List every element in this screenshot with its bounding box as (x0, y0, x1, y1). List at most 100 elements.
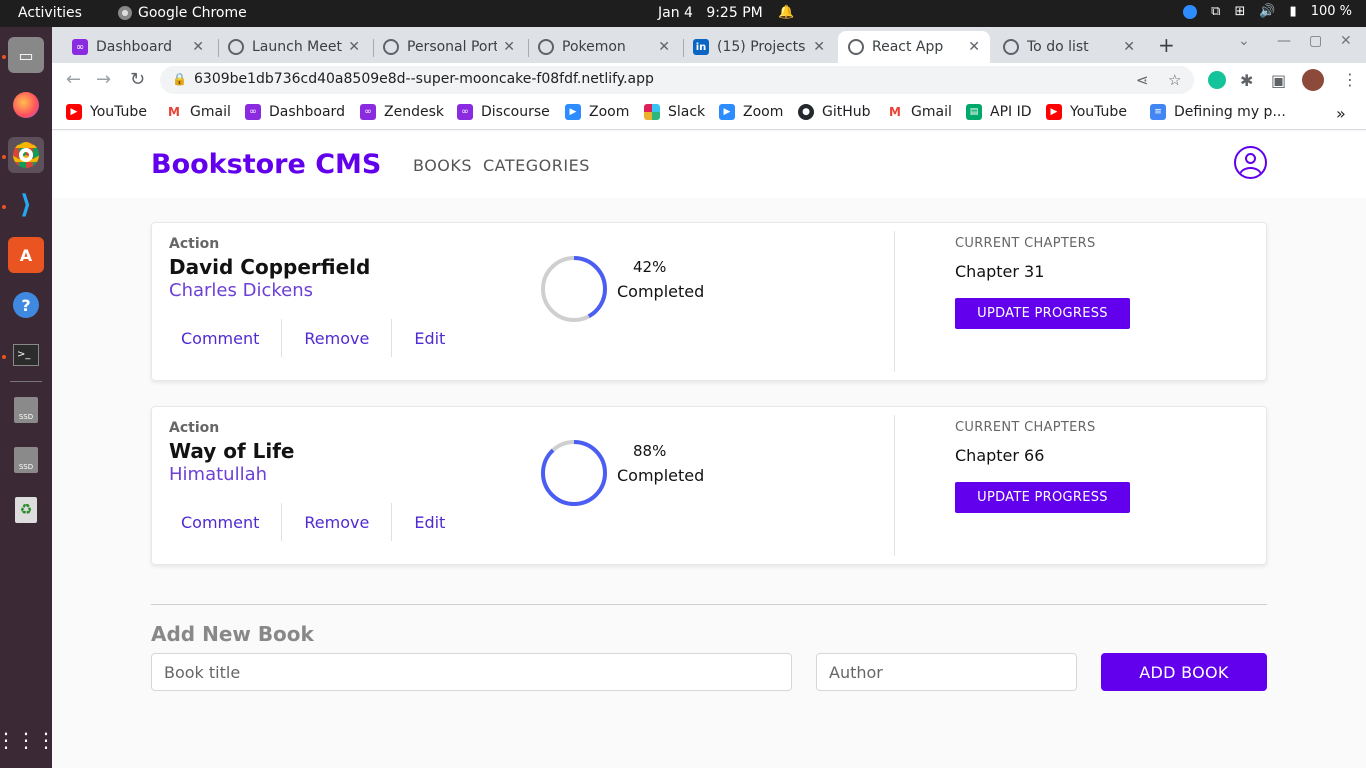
bookmark-label: GitHub (822, 104, 871, 120)
activities-button[interactable]: Activities (18, 5, 82, 21)
bookmark-star-icon[interactable]: ☆ (1168, 71, 1181, 89)
bookmark-label: API ID (990, 104, 1032, 120)
add-book-button[interactable]: ADD BOOK (1101, 653, 1267, 691)
close-icon[interactable]: ✕ (968, 39, 980, 55)
close-icon[interactable]: ✕ (348, 39, 360, 55)
progress-percent: 88% (633, 442, 667, 460)
app-menu[interactable]: Google Chrome (118, 5, 247, 21)
system-tray[interactable]: ⧉ ⊞ 🔊 ▮ 100 % (1183, 4, 1352, 19)
grammarly-icon[interactable] (1208, 71, 1226, 89)
youtube-icon: ▶ (66, 104, 82, 120)
comment-button[interactable]: Comment (169, 329, 271, 348)
bookmark-gmail-2[interactable]: M Gmail (887, 104, 952, 120)
tab-search-icon[interactable]: ⌄ (1238, 33, 1250, 49)
tab-launch-meeting[interactable]: Launch Meeting ✕ (218, 31, 370, 63)
bookmark-youtube[interactable]: ▶ YouTube (66, 104, 147, 120)
software-center-icon[interactable]: A (8, 237, 44, 273)
update-progress-button[interactable]: UPDATE PROGRESS (955, 482, 1130, 513)
bookmark-label: Gmail (911, 104, 952, 120)
tab-personal-portfolio[interactable]: Personal Portfolio ✕ (373, 31, 525, 63)
address-bar[interactable]: 🔒 6309be1db736cd40a8509e8d--super-moonca… (160, 66, 1194, 94)
close-icon[interactable]: ✕ (813, 39, 825, 55)
maximize-icon[interactable]: ▢ (1309, 33, 1322, 49)
bookmark-zoom[interactable]: ▶ Zoom (565, 104, 629, 120)
bookmark-label: Slack (668, 104, 706, 120)
clock[interactable]: Jan 4 9:25 PM (658, 5, 763, 21)
zoom-tray-icon[interactable] (1183, 4, 1198, 19)
close-icon[interactable]: ✕ (1123, 39, 1135, 55)
share-icon[interactable]: ⋖ (1136, 71, 1149, 89)
forward-icon[interactable]: → (96, 69, 111, 90)
zoom-icon: ▶ (565, 104, 581, 120)
trash-icon[interactable]: ♻ (8, 492, 44, 528)
battery-icon[interactable]: ▮ (1290, 4, 1297, 19)
app-logo[interactable]: Bookstore CMS (151, 149, 381, 180)
volume-icon[interactable]: 🔊 (1259, 4, 1275, 19)
tab-linkedin[interactable]: in (15) Projects | LinkedIn ✕ (683, 31, 835, 63)
update-progress-button[interactable]: UPDATE PROGRESS (955, 298, 1130, 329)
bookmark-label: YouTube (90, 104, 147, 120)
book-actions: Comment Remove Edit (169, 319, 457, 357)
lock-icon[interactable]: 🔒 (172, 72, 187, 86)
extensions-icon[interactable]: ✱ (1240, 71, 1253, 90)
user-icon[interactable] (1234, 146, 1267, 179)
nav-books[interactable]: BOOKS (413, 156, 472, 175)
book-author[interactable]: Charles Dickens (169, 280, 313, 301)
tab-dashboard[interactable]: ∞ Dashboard ✕ (62, 31, 214, 63)
bookmark-api-id[interactable]: ▤ API ID (966, 104, 1032, 120)
more-bookmarks-icon[interactable]: » (1336, 104, 1346, 123)
remove-button[interactable]: Remove (292, 513, 381, 532)
screen-share-icon[interactable]: ⧉ (1211, 4, 1220, 19)
book-title-input[interactable] (151, 653, 792, 691)
nav-categories[interactable]: CATEGORIES (483, 156, 590, 175)
close-icon[interactable]: ✕ (503, 39, 515, 55)
bookmark-defining[interactable]: ≡ Defining my p... (1150, 104, 1286, 120)
ssd-drive-icon-2[interactable]: SSD (8, 442, 44, 478)
comment-button[interactable]: Comment (169, 513, 271, 532)
current-chapter-value: Chapter 31 (955, 262, 1045, 281)
zoom-icon: ▶ (719, 104, 735, 120)
network-icon[interactable]: ⊞ (1234, 4, 1245, 19)
bookmark-youtube-2[interactable]: ▶ YouTube (1046, 104, 1127, 120)
terminal-icon[interactable]: >_ (8, 337, 44, 373)
edit-button[interactable]: Edit (402, 513, 457, 532)
book-author[interactable]: Himatullah (169, 464, 267, 485)
linkedin-icon: in (693, 39, 709, 55)
firefox-icon[interactable] (8, 87, 44, 123)
menu-icon[interactable]: ⋮ (1342, 70, 1358, 89)
bookmark-zoom-2[interactable]: ▶ Zoom (719, 104, 783, 120)
ssd-drive-icon[interactable]: SSD (8, 392, 44, 428)
new-tab-button[interactable]: + (1158, 33, 1175, 57)
bookmark-zendesk[interactable]: ∞ Zendesk (360, 104, 444, 120)
close-icon[interactable]: ✕ (192, 39, 204, 55)
minimize-icon[interactable]: — (1277, 33, 1291, 49)
reload-icon[interactable]: ↻ (130, 69, 145, 90)
bookmark-dashboard[interactable]: ∞ Dashboard (245, 104, 345, 120)
notification-bell-icon[interactable]: 🔔 (778, 5, 794, 20)
profile-avatar[interactable] (1302, 69, 1324, 91)
bookmark-github[interactable]: ● GitHub (798, 104, 871, 120)
back-icon[interactable]: ← (66, 69, 81, 90)
close-icon[interactable]: ✕ (658, 39, 670, 55)
edit-button[interactable]: Edit (402, 329, 457, 348)
current-chapter-value: Chapter 66 (955, 446, 1045, 465)
tab-todo-list[interactable]: To do list ✕ (993, 31, 1145, 63)
files-icon[interactable]: ▭ (8, 37, 44, 73)
bookmark-label: Zendesk (384, 104, 444, 120)
side-panel-icon[interactable]: ▣ (1271, 71, 1286, 90)
help-icon[interactable]: ? (8, 287, 44, 323)
author-input[interactable] (816, 653, 1077, 691)
vscode-icon[interactable]: ⟩ (8, 187, 44, 223)
chrome-dock-icon[interactable] (8, 137, 44, 173)
bookmark-discourse[interactable]: ∞ Discourse (457, 104, 550, 120)
app-name: Google Chrome (138, 5, 247, 21)
show-apps-icon[interactable]: ⋮⋮⋮ (0, 722, 56, 758)
bookmark-gmail[interactable]: M Gmail (166, 104, 231, 120)
bookmark-slack[interactable]: Slack (644, 104, 705, 120)
app-page: Bookstore CMS BOOKS CATEGORIES Action Da… (52, 131, 1366, 768)
tab-label: Personal Portfolio (407, 39, 498, 55)
close-window-icon[interactable]: ✕ (1340, 33, 1352, 49)
remove-button[interactable]: Remove (292, 329, 381, 348)
tab-react-app[interactable]: React App ✕ (838, 31, 990, 63)
tab-pokemon[interactable]: Pokemon ✕ (528, 31, 680, 63)
